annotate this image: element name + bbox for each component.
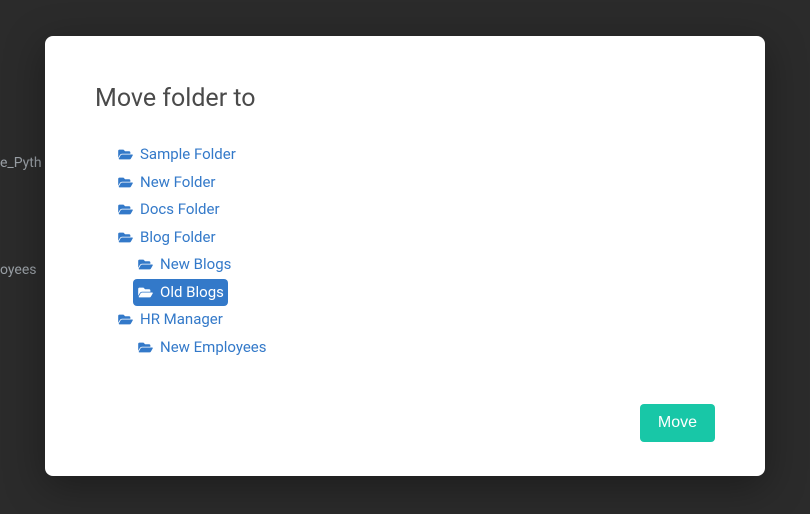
tree-node-label: HR Manager bbox=[140, 310, 223, 330]
tree-node-label: New Employees bbox=[160, 338, 267, 358]
move-folder-modal: Move folder to Sample Folder New Folder Do… bbox=[45, 36, 765, 476]
tree-node-new-employees[interactable]: New Employees bbox=[133, 334, 271, 362]
modal-footer: Move bbox=[640, 404, 715, 442]
background-text-2: oyees bbox=[0, 262, 37, 278]
tree-node-label: Docs Folder bbox=[140, 200, 220, 220]
tree-node-label: New Folder bbox=[140, 173, 215, 193]
folder-open-icon bbox=[117, 148, 134, 161]
tree-node-old-blogs[interactable]: Old Blogs bbox=[133, 279, 228, 307]
tree-node-new-folder[interactable]: New Folder bbox=[113, 169, 219, 197]
tree-node-docs-folder[interactable]: Docs Folder bbox=[113, 196, 224, 224]
folder-open-icon bbox=[137, 341, 154, 354]
tree-node-label: Sample Folder bbox=[140, 145, 236, 165]
move-button[interactable]: Move bbox=[640, 404, 715, 442]
tree-node-new-blogs[interactable]: New Blogs bbox=[133, 251, 235, 279]
tree-node-label: Blog Folder bbox=[140, 228, 216, 248]
modal-title: Move folder to bbox=[95, 84, 715, 113]
folder-open-icon bbox=[137, 286, 154, 299]
tree-node-sample-folder[interactable]: Sample Folder bbox=[113, 141, 240, 169]
tree-node-label: New Blogs bbox=[160, 255, 231, 275]
folder-open-icon bbox=[117, 231, 134, 244]
tree-node-hr-manager[interactable]: HR Manager bbox=[113, 306, 227, 334]
folder-tree: Sample Folder New Folder Docs Folder Blog F… bbox=[95, 141, 715, 361]
folder-open-icon bbox=[117, 203, 134, 216]
folder-open-icon bbox=[117, 313, 134, 326]
background-text-1: e_Pyth bbox=[0, 155, 42, 171]
tree-node-blog-folder[interactable]: Blog Folder bbox=[113, 224, 220, 252]
folder-open-icon bbox=[117, 176, 134, 189]
tree-node-label: Old Blogs bbox=[160, 283, 224, 303]
folder-open-icon bbox=[137, 258, 154, 271]
